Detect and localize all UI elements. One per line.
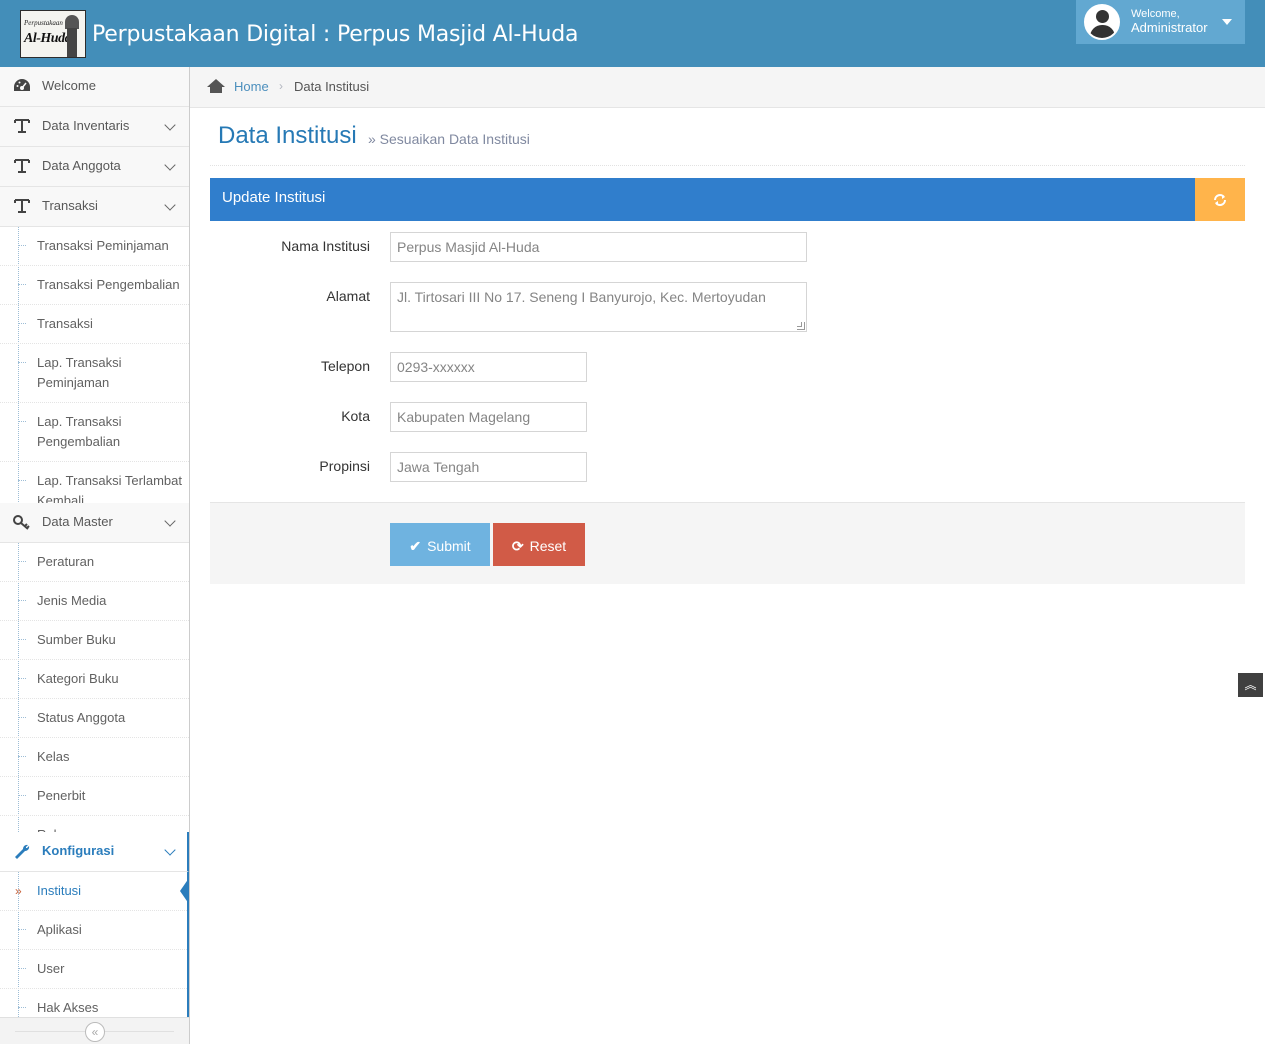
submenu-item-institusi[interactable]: » Institusi xyxy=(0,872,189,910)
submenu-item-penerbit[interactable]: Penerbit xyxy=(0,776,189,815)
reset-label: Reset xyxy=(529,538,567,554)
double-angle-left-icon[interactable]: « xyxy=(85,1022,105,1042)
submenu-item-kelas[interactable]: Kelas xyxy=(0,737,189,776)
user-head-shape xyxy=(1096,10,1109,23)
nama-institusi-input[interactable]: Perpus Masjid Al-Huda xyxy=(390,232,807,262)
sidebar-item-konfigurasi[interactable]: Konfigurasi xyxy=(0,832,189,872)
resize-handle[interactable] xyxy=(797,322,805,330)
check-icon: ✔ xyxy=(409,538,422,554)
sidebar-item-label: Konfigurasi xyxy=(42,843,115,858)
refresh-icon xyxy=(1214,194,1226,206)
reset-button[interactable]: ⟳ Reset xyxy=(493,523,585,566)
submenu-master: Peraturan Jenis Media Sumber Buku Katego… xyxy=(0,543,189,855)
propinsi-input[interactable]: Jawa Tengah xyxy=(390,452,587,482)
chevron-down-icon xyxy=(164,119,176,131)
telepon-label: Telepon xyxy=(320,358,370,374)
submenu-item-lap-pengembalian[interactable]: Lap. Transaksi Pengembalian xyxy=(0,402,189,461)
sidebar-item-inventaris[interactable]: Data Inventaris xyxy=(0,107,189,147)
navbar: Perpustakaan Al-Huda Perpustakaan Digita… xyxy=(0,0,1265,67)
submenu-item-transaksi-peminjaman[interactable]: Transaksi Peminjaman xyxy=(0,227,189,265)
submenu-item-transaksi[interactable]: Transaksi xyxy=(0,304,189,343)
page-header: Data Institusi » Sesuaikan Data Institus… xyxy=(210,108,1245,166)
submenu-item-status-anggota[interactable]: Status Anggota xyxy=(0,698,189,737)
kota-input[interactable]: Kabupaten Magelang xyxy=(390,402,587,432)
sidebar-item-label: Data Master xyxy=(42,514,113,529)
sidebar-item-label: Data Inventaris xyxy=(42,118,130,133)
panel-header: Update Institusi xyxy=(210,178,1245,221)
welcome-text: Welcome, xyxy=(1131,8,1180,20)
library-logo: Perpustakaan Al-Huda xyxy=(20,10,86,58)
active-pointer xyxy=(180,878,189,904)
submenu-item-aplikasi[interactable]: Aplikasi xyxy=(0,910,187,949)
submit-label: Submit xyxy=(427,538,471,554)
sidebar: Welcome Data Inventaris Data Anggota Tra… xyxy=(0,67,190,1044)
submenu-item-label: Institusi xyxy=(37,883,82,898)
submenu-item-transaksi-pengembalian[interactable]: Transaksi Pengembalian xyxy=(0,265,189,304)
panel-title: Update Institusi xyxy=(222,189,326,206)
chevron-down-icon xyxy=(164,199,176,211)
nama-institusi-label: Nama Institusi xyxy=(281,238,370,254)
submenu-item-peraturan[interactable]: Peraturan xyxy=(0,543,189,581)
sidebar-item-welcome[interactable]: Welcome xyxy=(0,67,189,107)
refresh-icon: ⟳ xyxy=(511,538,524,554)
page-subtitle: » Sesuaikan Data Institusi xyxy=(368,131,530,147)
submenu-item-sumber-buku[interactable]: Sumber Buku xyxy=(0,620,189,659)
sidebar-item-label: Welcome xyxy=(42,78,96,93)
submit-button[interactable]: ✔ Submit xyxy=(390,523,490,566)
app-title: Perpustakaan Digital : Perpus Masjid Al-… xyxy=(92,21,579,47)
logo-text-big: Al-Huda xyxy=(24,31,72,46)
sidebar-item-master[interactable]: Data Master xyxy=(0,503,189,543)
scroll-top-button[interactable]: ︽ xyxy=(1238,673,1263,697)
home-icon xyxy=(207,79,225,95)
caret-down-icon xyxy=(1222,19,1232,25)
alamat-value: Jl. Tirtosari III No 17. Seneng I Banyur… xyxy=(397,289,766,305)
sidebar-item-anggota[interactable]: Data Anggota xyxy=(0,147,189,187)
submenu-item-user[interactable]: User xyxy=(0,949,187,988)
page-title: Data Institusi xyxy=(218,122,357,149)
double-angle-right-icon: » xyxy=(15,884,22,898)
text-height-icon xyxy=(12,118,32,136)
user-menu[interactable]: Welcome, Administrator xyxy=(1076,0,1245,44)
breadcrumb-current: Data Institusi xyxy=(294,79,370,94)
avatar xyxy=(1084,4,1120,40)
user-name: Administrator xyxy=(1131,20,1208,35)
submenu-transaksi: Transaksi Peminjaman Transaksi Pengembal… xyxy=(0,227,189,521)
alamat-textarea[interactable]: Jl. Tirtosari III No 17. Seneng I Banyur… xyxy=(390,282,807,332)
chevron-down-icon xyxy=(164,515,176,527)
user-info: Welcome, Administrator xyxy=(1131,7,1208,35)
mosque-dome-icon xyxy=(65,15,79,29)
double-angle-up-icon: ︽ xyxy=(1244,678,1257,692)
submenu-item-kategori-buku[interactable]: Kategori Buku xyxy=(0,659,189,698)
telepon-input[interactable]: 0293-xxxxxx xyxy=(390,352,587,382)
refresh-button[interactable] xyxy=(1195,178,1245,221)
chevron-down-icon xyxy=(164,159,176,171)
submenu-item-jenis-media[interactable]: Jenis Media xyxy=(0,581,189,620)
breadcrumb: Home › Data Institusi xyxy=(190,67,1265,108)
brand[interactable]: Perpustakaan Al-Huda Perpustakaan Digita… xyxy=(20,10,579,58)
text-height-icon xyxy=(12,158,32,176)
sidebar-collapse-bar: « xyxy=(0,1017,189,1044)
form-actions: ✔ Submit ⟳ Reset xyxy=(210,502,1245,584)
kota-label: Kota xyxy=(341,408,370,424)
tachometer-icon xyxy=(12,78,32,96)
chevron-down-icon xyxy=(164,844,176,856)
user-body-shape xyxy=(1090,25,1115,38)
alamat-label: Alamat xyxy=(326,288,370,304)
breadcrumb-home-link[interactable]: Home xyxy=(234,79,269,94)
logo-text-small: Perpustakaan xyxy=(24,19,63,27)
breadcrumb-separator-icon: › xyxy=(279,79,283,93)
wrench-icon xyxy=(12,843,32,861)
sidebar-item-label: Data Anggota xyxy=(42,158,121,173)
submenu-item-lap-peminjaman[interactable]: Lap. Transaksi Peminjaman xyxy=(0,343,189,402)
minaret-icon xyxy=(67,28,77,57)
sidebar-item-transaksi[interactable]: Transaksi xyxy=(0,187,189,227)
propinsi-label: Propinsi xyxy=(319,458,370,474)
text-height-icon xyxy=(12,198,32,216)
sidebar-item-label: Transaksi xyxy=(42,198,98,213)
key-icon xyxy=(12,514,32,532)
submenu-konfigurasi: » Institusi Aplikasi User Hak Akses xyxy=(0,872,189,1028)
